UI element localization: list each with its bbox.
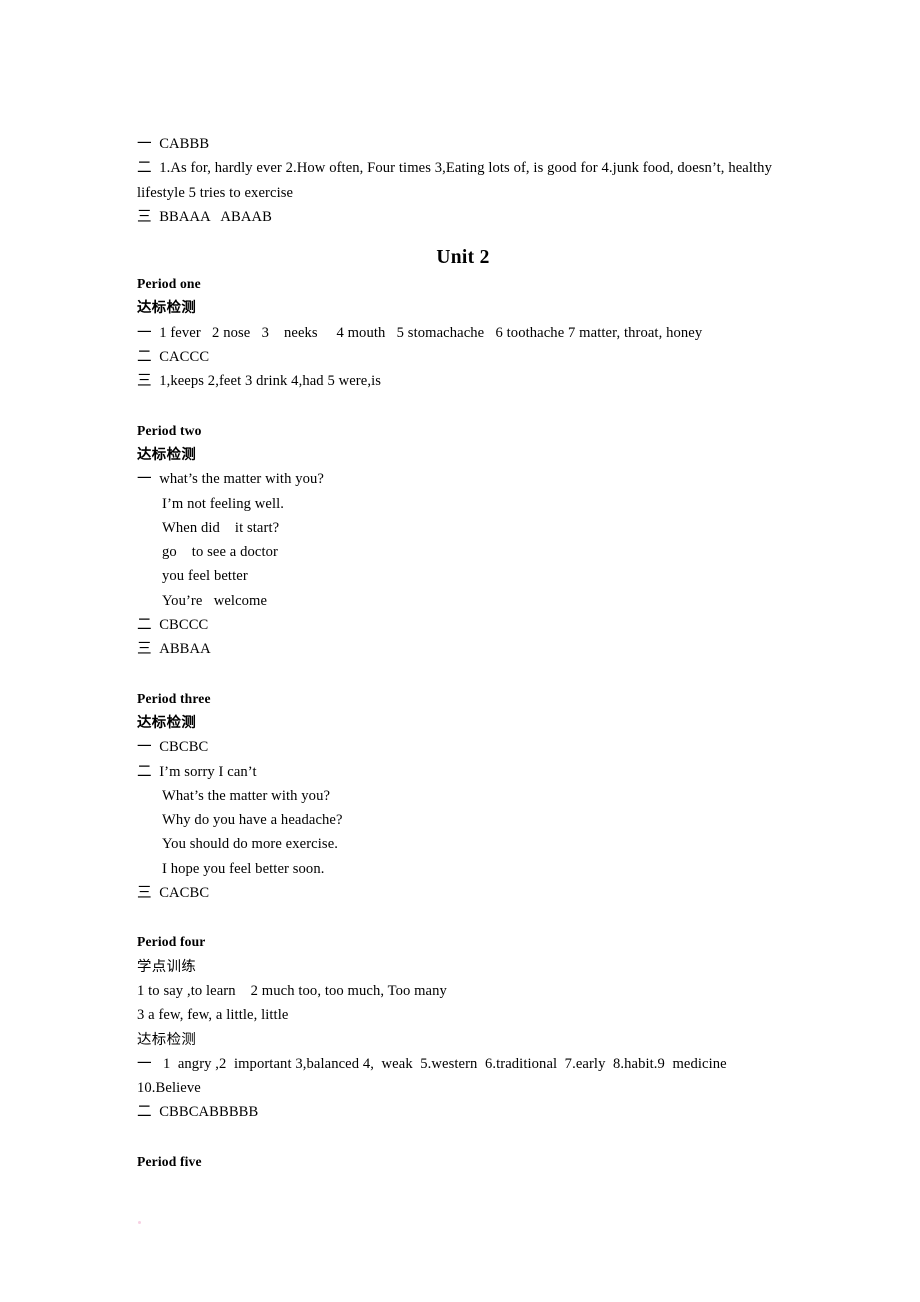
period-three-subheading: 达标检测 [137,714,197,731]
period-four-trailing-3: 二 CBBCABBBBB [137,1104,259,1121]
answer-line-2-text: 二 1.As for, hardly ever 2.How often, Fou… [137,160,725,177]
period-two-trailing-2: 三 ABBAA [137,641,211,658]
period-section-four: Period four 学点训练 1 to say ,to learn 2 mu… [137,930,789,1124]
period-four-subheading: 学点训练 [137,958,197,975]
period-one-line-2: 二 CACCC [137,349,210,366]
period-two-trailing-1: 二 CBCCC [137,617,209,634]
period-four-subheading-2: 达标检测 [137,1031,197,1048]
period-three-title: Period three [137,690,211,706]
period-two-indented-2: When did it start? [162,519,280,536]
period-two-indented-1: I’m not feeling well. [162,495,285,512]
period-two-title: Period two [137,422,202,438]
period-three-line-1: 一 CBCBC [137,739,209,756]
period-one-subheading: 达标检测 [137,300,197,317]
period-four-trailing-1: 一 1 angry ,2 important 3,balanced 4, wea… [137,1055,727,1072]
period-section-three: Period three 达标检测 一 CBCBC 二 I’m sorry I … [137,687,789,906]
period-three-indented-2: Why do you have a headache? [162,812,343,829]
unit-title: Unit 2 [436,247,490,269]
scan-artifact-speck [138,1221,141,1224]
period-three-indented-1: What’s the matter with you? [162,787,331,804]
period-four-trailing-2: 10.Believe [137,1080,201,1097]
previous-section-answers: 一 CABBB 二 1.As for, hardly ever 2.How of… [137,132,789,229]
period-four-line-1: 1 to say ,to learn 2 much too, too much,… [137,982,447,999]
period-two-indented-5: You’re welcome [162,592,268,609]
answer-line-2: 二 1.As for, hardly ever 2.How often, Fou… [137,156,789,205]
period-three-indented-4: I hope you feel better soon. [162,860,325,877]
period-three-indented-3: You should do more exercise. [162,836,339,853]
period-three-trailing-1: 三 CACBC [137,885,210,902]
period-four-line-2: 3 a few, few, a little, little [137,1007,289,1024]
period-two-subheading: 达标检测 [137,446,197,463]
period-two-indented-3: go to see a doctor [162,544,278,561]
period-five-title: Period five [137,1153,202,1169]
period-three-line-2: 二 I’m sorry I can’t [137,763,257,780]
period-section-one: Period one 达标检测 一 1 fever 2 nose 3 neeks… [137,272,789,393]
document-body: 一 CABBB 二 1.As for, hardly ever 2.How of… [137,132,789,1174]
period-four-title: Period four [137,934,206,950]
period-section-two: Period two 达标检测 一 what’s the matter with… [137,419,789,662]
document-page: 一 CABBB 二 1.As for, hardly ever 2.How of… [0,0,920,1302]
period-one-title: Period one [137,276,201,292]
answer-line-1: 一 CABBB [137,136,210,152]
period-one-line-3: 三 1,keeps 2,feet 3 drink 4,had 5 were,is [137,373,382,390]
period-two-indented-4: you feel better [162,568,248,585]
period-one-line-1: 一 1 fever 2 nose 3 neeks 4 mouth 5 stoma… [137,324,703,341]
answer-line-3: 三 BBAAA ABAAB [137,208,272,225]
period-two-line-1: 一 what’s the matter with you? [137,471,325,488]
period-section-five: Period five [137,1150,789,1174]
